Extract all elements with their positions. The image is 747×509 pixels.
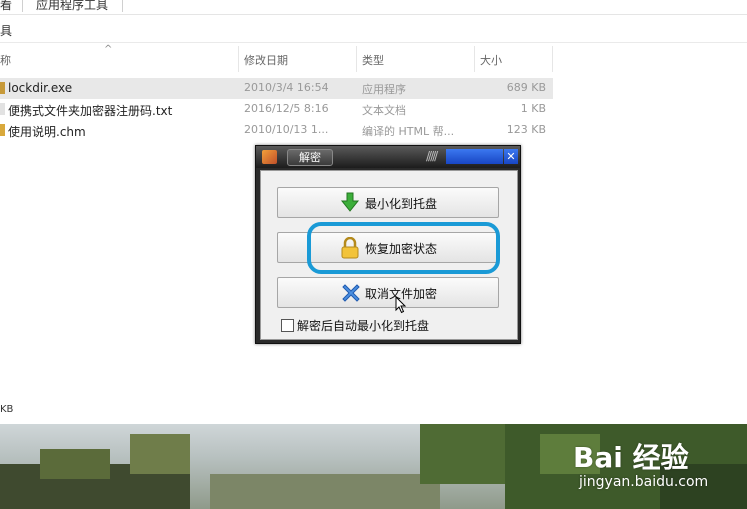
highlight-annotation	[307, 222, 500, 274]
file-name: lockdir.exe	[8, 81, 73, 95]
auto-minimize-checkbox[interactable]	[281, 319, 294, 332]
app-icon	[262, 150, 277, 164]
tab-app-tools[interactable]: 应用程序工具	[36, 0, 108, 13]
drag-grip-icon[interactable]: /////	[426, 149, 438, 163]
column-divider[interactable]	[238, 46, 239, 72]
column-divider[interactable]	[474, 46, 475, 72]
column-header-date[interactable]: 修改日期	[244, 52, 288, 68]
column-header-size[interactable]: 大小	[480, 52, 502, 68]
column-header-row: ^ 称 修改日期 类型 大小	[0, 44, 553, 72]
address-text: 具	[0, 24, 13, 38]
tab-divider	[22, 0, 23, 12]
column-header-name[interactable]: 称	[0, 52, 11, 68]
watermark-url: jingyan.baidu.com	[579, 474, 709, 490]
wallpaper-block	[420, 424, 510, 484]
wallpaper-block	[130, 434, 190, 474]
column-divider[interactable]	[552, 46, 553, 72]
file-type: 应用程序	[362, 83, 406, 96]
file-size: 123 KB	[506, 123, 546, 136]
baidu-watermark: Bai 经验 jingyan.baidu.com	[565, 428, 745, 500]
sort-ascending-icon: ^	[104, 44, 113, 55]
address-bar[interactable]: 具	[0, 20, 747, 43]
file-size: 689 KB	[506, 81, 546, 94]
mouse-cursor-icon	[395, 296, 407, 314]
dialog-title: 解密	[287, 149, 333, 166]
cancel-file-encryption-label: 取消文件加密	[364, 287, 437, 301]
exe-file-icon	[0, 82, 5, 94]
titlebar-accent	[446, 149, 503, 164]
file-name: 使用说明.chm	[8, 125, 86, 139]
file-row[interactable]: 使用说明.chm 2010/10/13 1... 编译的 HTML 帮... 1…	[0, 120, 553, 141]
file-type: 编译的 HTML 帮...	[362, 125, 455, 138]
close-button[interactable]: ✕	[504, 149, 518, 164]
chm-file-icon	[0, 124, 5, 136]
column-divider[interactable]	[356, 46, 357, 72]
watermark-logo-text: Bai 经验	[573, 441, 689, 474]
dialog-titlebar[interactable]: 解密 ///// ✕	[256, 146, 520, 168]
cancel-file-encryption-button[interactable]: 取消文件加密	[277, 277, 499, 308]
auto-minimize-label: 解密后自动最小化到托盘	[297, 319, 430, 333]
file-type: 文本文档	[362, 104, 406, 117]
tab-divider	[122, 0, 123, 12]
file-date: 2010/10/13 1...	[244, 123, 329, 136]
ribbon-tabs: 看 应用程序工具	[0, 0, 747, 15]
file-row[interactable]: lockdir.exe 2010/3/4 16:54 应用程序 689 KB	[0, 78, 553, 99]
wallpaper-block	[40, 449, 110, 479]
status-bar-text: KB	[0, 404, 14, 415]
file-row[interactable]: 便携式文件夹加密器注册码.txt 2016/12/5 8:16 文本文档 1 K…	[0, 99, 553, 120]
tab-view[interactable]: 看	[0, 0, 12, 13]
file-date: 2010/3/4 16:54	[244, 81, 329, 94]
column-header-type[interactable]: 类型	[362, 52, 384, 68]
minimize-to-tray-button[interactable]: 最小化到托盘	[277, 187, 499, 218]
wallpaper-block	[210, 474, 440, 509]
file-date: 2016/12/5 8:16	[244, 102, 329, 115]
minimize-to-tray-label: 最小化到托盘	[364, 197, 437, 211]
auto-minimize-option[interactable]: 解密后自动最小化到托盘	[281, 317, 429, 334]
file-name: 便携式文件夹加密器注册码.txt	[8, 104, 173, 118]
file-size: 1 KB	[520, 102, 546, 115]
text-file-icon	[0, 103, 5, 115]
